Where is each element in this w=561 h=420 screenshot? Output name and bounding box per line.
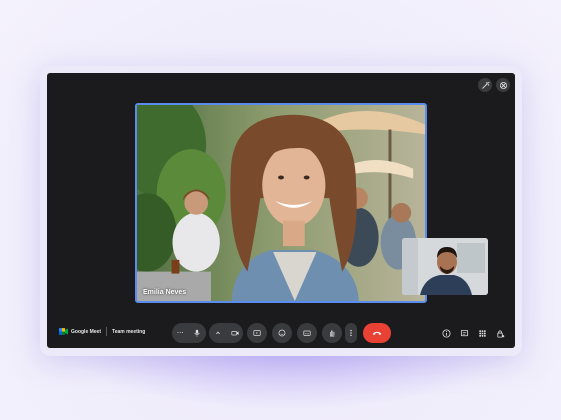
- speaker-video: [137, 105, 425, 301]
- raise-hand-button[interactable]: [322, 323, 342, 343]
- control-bar: Google Meet Team meeting ⋯: [47, 318, 515, 348]
- end-call-icon: [372, 331, 382, 336]
- visual-effects-icon[interactable]: [478, 78, 492, 92]
- speaker-name-label: Emilia Neves: [143, 289, 187, 296]
- chevron-up-icon[interactable]: [214, 329, 222, 337]
- present-screen-icon: [253, 330, 261, 336]
- more-vert-button[interactable]: [345, 323, 357, 343]
- chat-icon: [460, 329, 468, 336]
- activities-icon: [478, 329, 486, 337]
- meet-logo-icon: [59, 328, 68, 335]
- brand-separator: [106, 327, 108, 336]
- captions-button[interactable]: [297, 323, 317, 343]
- raise-hand-icon: [330, 330, 335, 337]
- meet-window: Emilia Neves Google Meet Team meeting ⋯: [47, 73, 515, 348]
- camera-icon[interactable]: [230, 329, 239, 337]
- end-call-button[interactable]: [363, 323, 391, 343]
- more-options-button[interactable]: ⋯: [177, 330, 184, 337]
- meeting-info-button[interactable]: [440, 327, 452, 339]
- brand-area: Google Meet Team meeting: [59, 327, 145, 336]
- more-vert-icon: [350, 329, 352, 337]
- info-icon: [441, 328, 451, 338]
- meeting-title: Team meeting: [112, 328, 146, 335]
- self-view-video: [402, 238, 488, 295]
- brand-name: Google Meet: [71, 328, 102, 335]
- present-screen-button[interactable]: [247, 323, 267, 343]
- captions-icon: [303, 330, 311, 336]
- host-controls-button[interactable]: [494, 327, 506, 339]
- noise-cancel-icon[interactable]: [496, 78, 510, 92]
- main-speaker-tile[interactable]: Emilia Neves: [135, 103, 427, 303]
- chat-button[interactable]: [458, 327, 470, 339]
- mic-icon[interactable]: [193, 329, 201, 337]
- mic-control-group: ⋯: [172, 323, 206, 343]
- activities-button[interactable]: [476, 327, 488, 339]
- emoji-icon: [278, 329, 286, 337]
- camera-control-group: [209, 323, 243, 343]
- reactions-button[interactable]: [272, 323, 292, 343]
- host-controls-icon: [496, 329, 504, 338]
- self-view-tile[interactable]: [402, 238, 488, 295]
